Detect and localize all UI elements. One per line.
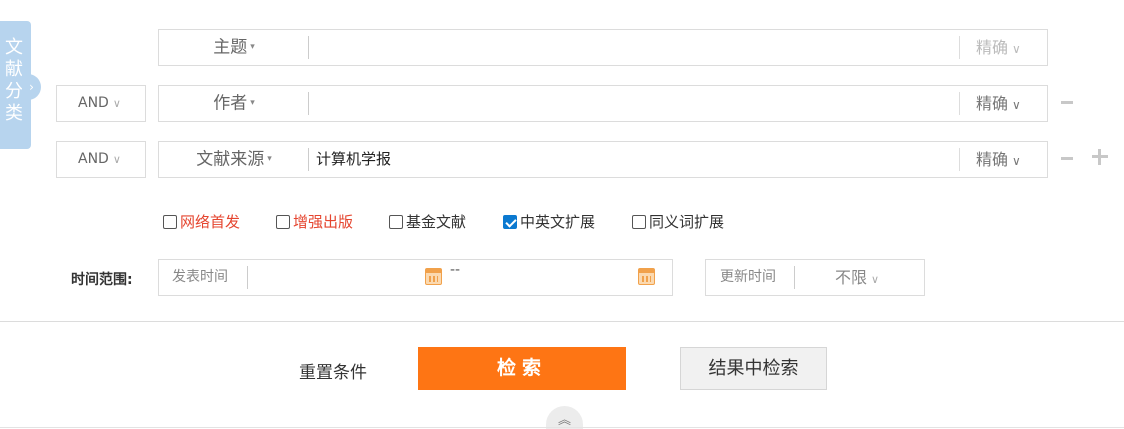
date-range-separator: --: [450, 262, 461, 278]
double-chevron-up-icon[interactable]: ︽: [546, 406, 583, 429]
divider: [0, 427, 1124, 428]
match-divider: [959, 92, 960, 115]
end-date-input[interactable]: [469, 260, 629, 295]
start-date-input[interactable]: [255, 260, 415, 295]
field-selector-label: 主题: [213, 37, 248, 58]
search-field-box: 文献来源 ▾ 计算机学报 精确 ∨: [158, 141, 1048, 178]
search-in-results-button[interactable]: 结果中检索: [680, 347, 827, 390]
update-time-select[interactable]: 更新时间 不限 ∨: [705, 259, 925, 296]
update-time-value[interactable]: 不限 ∨: [835, 260, 879, 297]
search-input[interactable]: [316, 86, 946, 121]
search-input[interactable]: [316, 30, 946, 65]
caret-down-icon: ▾: [250, 42, 255, 52]
chevron-down-icon: ∨: [1012, 154, 1021, 168]
logic-operator-select[interactable]: AND ∨: [56, 141, 146, 178]
option-synonym-expansion[interactable]: 同义词扩展: [632, 211, 724, 233]
search-input[interactable]: 计算机学报: [316, 142, 946, 177]
field-selector[interactable]: 主题 ▾: [159, 30, 309, 65]
remove-row-button[interactable]: [1061, 96, 1073, 108]
divider: [0, 321, 1124, 322]
field-selector-label: 作者: [213, 93, 248, 114]
match-mode-select[interactable]: 精确 ∨: [976, 30, 1021, 65]
chevron-down-icon: ∨: [112, 153, 121, 166]
field-divider: [308, 36, 309, 59]
add-row-button[interactable]: [1092, 149, 1108, 165]
field-divider: [308, 92, 309, 115]
checkbox[interactable]: [389, 215, 403, 229]
publish-date-label: 发表时间: [172, 269, 228, 285]
match-divider: [959, 36, 960, 59]
publish-date-range: 发表时间 --: [158, 259, 673, 296]
option-label: 基金文献: [406, 213, 467, 231]
option-label: 同义词扩展: [649, 213, 725, 231]
match-mode-label: 精确: [976, 150, 1009, 169]
match-mode-label: 精确: [976, 94, 1009, 113]
field-selector-label: 文献来源: [196, 149, 265, 170]
chevron-down-icon: ∨: [871, 273, 880, 286]
field-selector[interactable]: 文献来源 ▾: [159, 142, 309, 177]
chevron-down-icon: ∨: [112, 97, 121, 110]
update-divider: [794, 266, 795, 289]
search-field-box: 主题 ▾ 精确 ∨: [158, 29, 1048, 66]
option-label: 中英文扩展: [520, 213, 596, 231]
match-divider: [959, 148, 960, 171]
option-label: 网络首发: [180, 213, 241, 231]
checkbox[interactable]: [276, 215, 290, 229]
chevron-down-icon: ∨: [1012, 98, 1021, 112]
time-range-label: 时间范围:: [71, 272, 133, 288]
option-fund-literature[interactable]: 基金文献: [389, 211, 466, 233]
calendar-icon[interactable]: [638, 268, 655, 285]
logic-operator-label: AND: [78, 151, 109, 167]
logic-operator-label: AND: [78, 95, 109, 111]
logic-operator-select[interactable]: AND ∨: [56, 85, 146, 122]
calendar-icon[interactable]: [425, 268, 442, 285]
option-label: 增强出版: [293, 213, 354, 231]
reset-conditions-button[interactable]: 重置条件: [299, 358, 367, 383]
update-time-value-text: 不限: [835, 268, 868, 287]
option-cn-en-expansion[interactable]: 中英文扩展: [503, 211, 595, 233]
match-mode-label: 精确: [976, 38, 1009, 57]
option-enhanced-publish[interactable]: 增强出版: [276, 211, 353, 233]
remove-row-button[interactable]: [1061, 152, 1073, 164]
match-mode-select[interactable]: 精确 ∨: [976, 142, 1021, 177]
field-selector[interactable]: 作者 ▾: [159, 86, 309, 121]
match-mode-select[interactable]: 精确 ∨: [976, 86, 1021, 121]
checkbox[interactable]: [163, 215, 177, 229]
caret-down-icon: ▾: [267, 154, 272, 164]
option-network-first[interactable]: 网络首发: [163, 211, 240, 233]
caret-down-icon: ▾: [250, 98, 255, 108]
chevron-down-icon: ∨: [1012, 42, 1021, 56]
checkbox-checked[interactable]: [503, 215, 517, 229]
search-row-2: AND ∨ 作者 ▾ 精确 ∨: [0, 85, 1124, 123]
search-field-box: 作者 ▾ 精确 ∨: [158, 85, 1048, 122]
checkbox[interactable]: [632, 215, 646, 229]
search-row-1: 主题 ▾ 精确 ∨: [0, 29, 1124, 67]
search-button[interactable]: 检索: [418, 347, 626, 390]
field-divider: [308, 148, 309, 171]
search-row-3: AND ∨ 文献来源 ▾ 计算机学报 精确 ∨: [0, 141, 1124, 179]
update-time-label: 更新时间: [720, 269, 776, 285]
date-divider: [247, 266, 248, 289]
